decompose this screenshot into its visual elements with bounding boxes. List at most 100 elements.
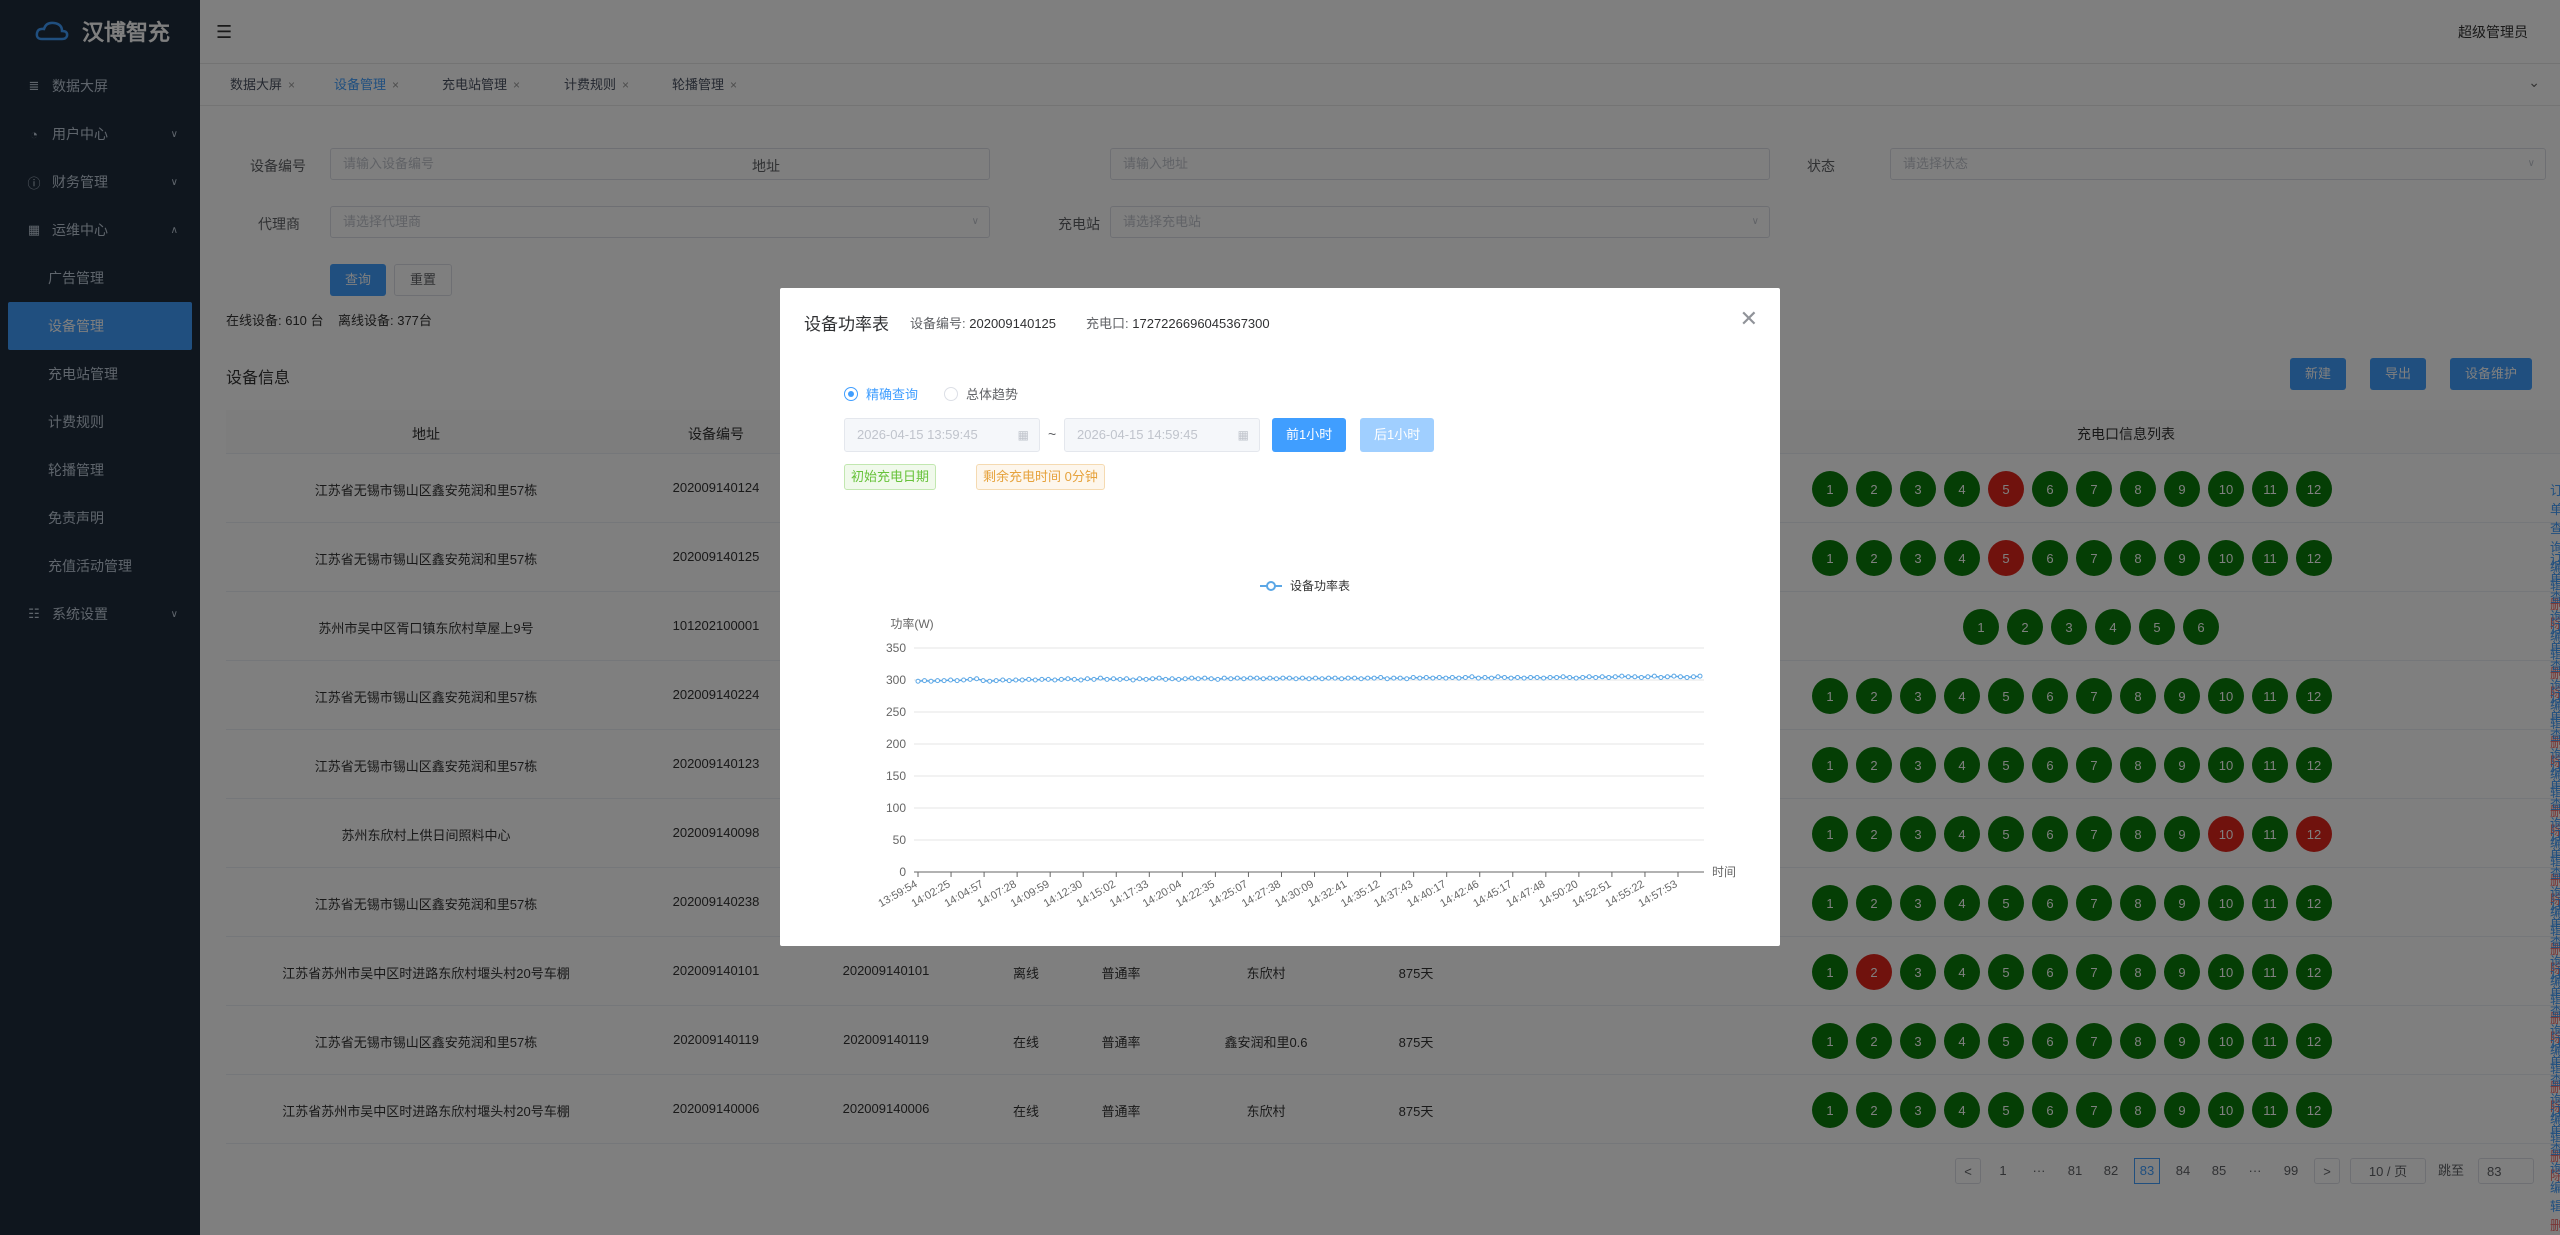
data-point[interactable] xyxy=(1358,676,1364,682)
close-icon[interactable]: ✕ xyxy=(1740,306,1758,332)
data-point[interactable] xyxy=(1423,674,1429,680)
data-point[interactable] xyxy=(1508,675,1514,681)
data-point[interactable] xyxy=(1058,676,1064,682)
data-point[interactable] xyxy=(1286,675,1292,681)
data-point[interactable] xyxy=(1410,674,1416,680)
data-point[interactable] xyxy=(1352,675,1358,681)
data-point[interactable] xyxy=(1006,678,1012,684)
data-point[interactable] xyxy=(1397,675,1403,681)
data-point[interactable] xyxy=(1039,676,1045,682)
data-point[interactable] xyxy=(1104,676,1110,682)
data-point[interactable] xyxy=(1078,677,1084,683)
data-point[interactable] xyxy=(1326,675,1332,681)
data-point[interactable] xyxy=(1482,674,1488,680)
data-point[interactable] xyxy=(1684,674,1690,680)
data-point[interactable] xyxy=(1502,674,1507,680)
data-point[interactable] xyxy=(1156,675,1162,681)
data-point[interactable] xyxy=(1541,675,1547,681)
data-point[interactable] xyxy=(1202,675,1208,681)
data-point[interactable] xyxy=(1443,675,1449,681)
data-point[interactable] xyxy=(1071,676,1077,682)
data-point[interactable] xyxy=(1345,675,1351,681)
data-point[interactable] xyxy=(1449,674,1455,680)
data-point[interactable] xyxy=(1195,676,1201,682)
data-point[interactable] xyxy=(1430,675,1436,681)
data-point[interactable] xyxy=(1606,674,1612,680)
data-point[interactable] xyxy=(1625,674,1631,680)
next-hour-button[interactable]: 后1小时 xyxy=(1360,418,1435,452)
data-point[interactable] xyxy=(1612,674,1618,680)
data-point[interactable] xyxy=(1573,675,1579,681)
data-point[interactable] xyxy=(1371,675,1377,681)
legend-label[interactable]: 设备功率表 xyxy=(1290,578,1350,593)
data-point[interactable] xyxy=(1169,676,1175,682)
data-point[interactable] xyxy=(1560,674,1566,680)
data-point[interactable] xyxy=(922,678,928,684)
data-point[interactable] xyxy=(1215,676,1221,682)
data-point[interactable] xyxy=(1150,676,1156,682)
data-point[interactable] xyxy=(1339,676,1345,682)
data-point[interactable] xyxy=(967,676,973,682)
data-point[interactable] xyxy=(1273,676,1279,682)
data-point[interactable] xyxy=(1690,674,1696,680)
data-point[interactable] xyxy=(1658,674,1664,680)
data-point[interactable] xyxy=(1228,676,1234,682)
data-point[interactable] xyxy=(1378,674,1384,680)
data-point[interactable] xyxy=(974,676,980,682)
data-point[interactable] xyxy=(1599,674,1605,680)
data-point[interactable] xyxy=(1280,675,1286,681)
data-point[interactable] xyxy=(1221,675,1227,681)
data-point[interactable] xyxy=(1554,674,1560,680)
data-point[interactable] xyxy=(948,677,954,683)
data-point[interactable] xyxy=(1384,676,1390,682)
data-point[interactable] xyxy=(1091,676,1097,682)
data-point[interactable] xyxy=(1097,675,1103,681)
data-point[interactable] xyxy=(1671,673,1677,679)
data-point[interactable] xyxy=(1475,675,1481,681)
data-point[interactable] xyxy=(1404,676,1410,682)
data-point[interactable] xyxy=(961,677,967,683)
data-point[interactable] xyxy=(1495,674,1501,680)
data-point[interactable] xyxy=(1586,674,1592,680)
data-point[interactable] xyxy=(1052,677,1058,683)
data-point[interactable] xyxy=(1111,676,1116,682)
data-point[interactable] xyxy=(1619,673,1625,679)
data-point[interactable] xyxy=(1241,676,1247,682)
data-point[interactable] xyxy=(1013,677,1019,683)
data-point[interactable] xyxy=(1697,673,1703,679)
data-point[interactable] xyxy=(1436,674,1442,680)
data-point[interactable] xyxy=(1000,677,1006,683)
data-point[interactable] xyxy=(1176,676,1182,682)
data-point[interactable] xyxy=(1580,674,1586,680)
data-point[interactable] xyxy=(1645,674,1651,680)
data-point[interactable] xyxy=(1547,674,1553,680)
end-date-input[interactable]: 2026-04-15 14:59:45 ▦ xyxy=(1064,418,1260,452)
data-point[interactable] xyxy=(1019,677,1025,683)
radio-exact[interactable]: 精确查询 xyxy=(844,384,918,403)
data-point[interactable] xyxy=(1065,676,1071,682)
data-point[interactable] xyxy=(1515,674,1521,680)
data-point[interactable] xyxy=(1632,674,1638,680)
data-point[interactable] xyxy=(1332,675,1338,681)
data-point[interactable] xyxy=(993,678,999,684)
data-point[interactable] xyxy=(1124,676,1130,682)
data-point[interactable] xyxy=(1638,674,1644,680)
data-point[interactable] xyxy=(1254,675,1260,681)
data-point[interactable] xyxy=(928,678,934,684)
data-point[interactable] xyxy=(1664,674,1670,680)
data-point[interactable] xyxy=(1117,676,1123,682)
data-point[interactable] xyxy=(1391,675,1397,681)
data-point[interactable] xyxy=(1267,675,1273,681)
data-point[interactable] xyxy=(1163,676,1169,682)
legend-marker[interactable] xyxy=(1266,581,1276,591)
data-point[interactable] xyxy=(1469,674,1475,680)
data-point[interactable] xyxy=(1260,676,1266,682)
data-point[interactable] xyxy=(1234,675,1240,681)
data-point[interactable] xyxy=(1319,676,1325,682)
start-date-input[interactable]: 2026-04-15 13:59:45 ▦ xyxy=(844,418,1040,452)
data-point[interactable] xyxy=(1130,677,1136,683)
data-point[interactable] xyxy=(954,678,960,684)
data-point[interactable] xyxy=(1365,675,1371,681)
data-point[interactable] xyxy=(1293,676,1299,682)
data-point[interactable] xyxy=(1462,674,1468,680)
